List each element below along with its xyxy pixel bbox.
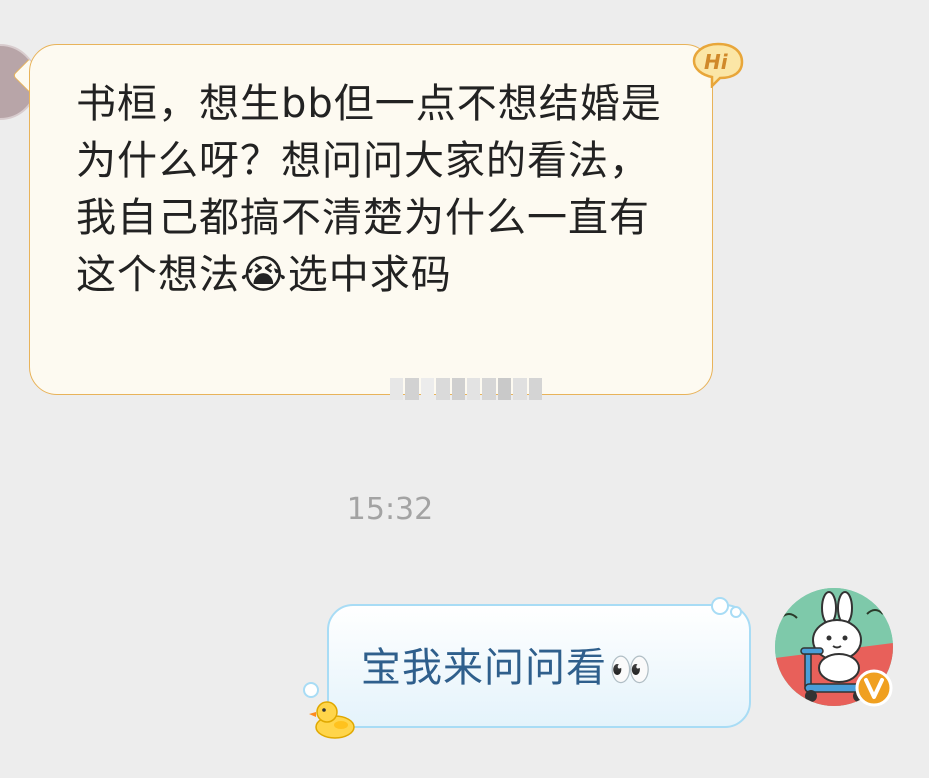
eyes-emoji: 👀 — [609, 650, 653, 690]
hi-badge-label: Hi — [704, 50, 728, 74]
message-timestamp: 15:32 — [346, 492, 434, 527]
rubber-duck-icon — [309, 701, 355, 739]
incoming-message-text: 书桓，想生bb但一点不想结婚是为什么呀？想问问大家的看法，我自己都搞不清楚为什么… — [76, 81, 662, 298]
mosaic-blur — [390, 378, 543, 400]
outgoing-message-text: 宝我来问问看👀 — [361, 640, 652, 698]
bubble-decoration-icon — [711, 597, 742, 618]
hi-badge-icon: Hi — [690, 40, 746, 88]
outgoing-message-label: 宝我来问问看 — [361, 645, 607, 691]
vip-v-badge-icon — [855, 669, 893, 707]
